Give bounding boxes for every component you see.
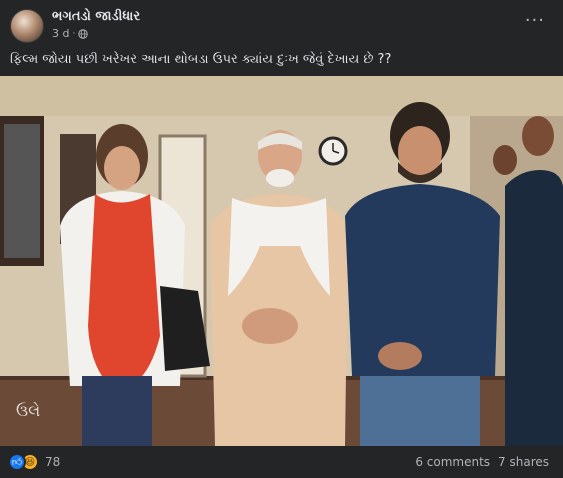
globe-icon[interactable] — [78, 28, 89, 39]
separator-dot: · — [72, 28, 76, 39]
post-photo[interactable]: ઉલે — [0, 76, 563, 446]
avatar[interactable] — [10, 9, 44, 43]
post-time[interactable]: 3 d — [52, 27, 69, 40]
post-header: ભગતડો જાડીધાર 3 d · ··· — [0, 0, 563, 43]
shares-count[interactable]: 7 shares — [498, 455, 549, 469]
post-meta: 3 d · — [52, 27, 89, 40]
author-name[interactable]: ભગતડો જાડીધાર — [52, 9, 140, 24]
photo-illustration: ઉલે — [0, 76, 563, 446]
like-icon: 👍︎ — [8, 453, 26, 471]
post-stats: 6 comments 7 shares — [415, 455, 549, 469]
more-options-icon[interactable]: ··· — [525, 10, 545, 31]
post-footer: 👍︎ 😆︎ 78 6 comments 7 shares — [0, 446, 563, 478]
comments-count[interactable]: 6 comments — [415, 455, 490, 469]
post-caption: ફિલ્મ જોયા પછી ખરેખર આના થોબડા ઉપર ક્યાં… — [10, 52, 392, 67]
reactions-summary[interactable]: 👍︎ 😆︎ 78 — [8, 453, 60, 471]
photo-watermark: ઉલે — [16, 401, 40, 420]
reaction-count: 78 — [45, 455, 61, 469]
